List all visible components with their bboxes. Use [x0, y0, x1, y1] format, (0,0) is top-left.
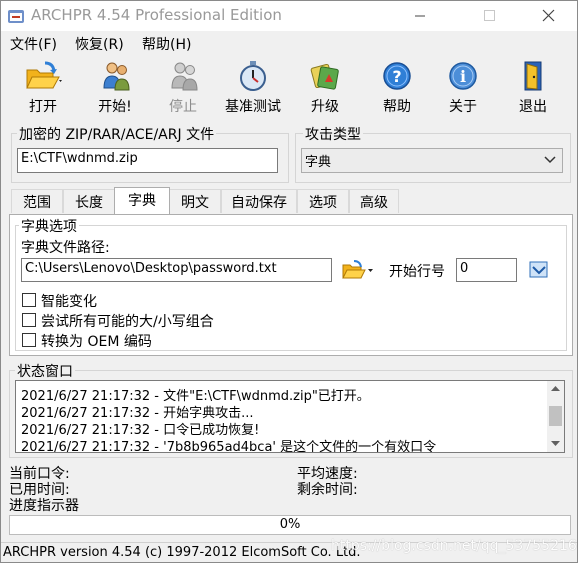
about-button[interactable]: i 关于	[431, 58, 495, 116]
chevron-down-icon	[544, 156, 556, 164]
open-label: 打开	[29, 99, 57, 115]
start-line-label: 开始行号	[389, 264, 445, 280]
exit-button[interactable]: 退出	[501, 58, 565, 116]
minimize-button[interactable]	[397, 1, 443, 31]
stopwatch-icon	[240, 61, 266, 91]
app-logo-icon	[8, 10, 24, 23]
line-selector-icon	[529, 261, 548, 278]
dictionary-path-input[interactable]: C:\Users\Lenovo\Desktop\password.txt	[21, 258, 332, 282]
start-label: 开始!	[98, 99, 132, 115]
tab-plaintext[interactable]: 明文	[169, 189, 221, 213]
tab-length[interactable]: 长度	[63, 189, 115, 213]
close-icon	[542, 9, 555, 22]
tab-range[interactable]: 范围	[11, 189, 63, 213]
browse-dictionary-button[interactable]	[341, 259, 377, 281]
upgrade-cards-icon	[310, 63, 339, 90]
app-window: ARCHPR 4.54 Professional Edition 文件(F) 恢…	[0, 0, 578, 563]
statusbar-text: ARCHPR version 4.54 (c) 1997-2012 ElcomS…	[3, 545, 361, 560]
people-stop-icon	[171, 62, 198, 91]
encrypted-file-label: 加密的 ZIP/RAR/ACE/ARJ 文件	[17, 124, 217, 144]
encrypted-file-input[interactable]: E:\CTF\wdnmd.zip	[17, 148, 278, 173]
encrypted-file-value: E:\CTF\wdnmd.zip	[21, 151, 138, 166]
open-folder-icon	[26, 61, 62, 89]
about-label: 关于	[449, 99, 477, 115]
open-folder-icon	[342, 260, 373, 279]
log-line: 2021/6/27 21:17:32 - '7b8b965ad4bca' 是这个…	[21, 440, 437, 453]
help-label: 帮助	[383, 99, 411, 115]
log-scrollbar[interactable]	[547, 381, 564, 452]
toolbar: 打开 开始! 停止 基准测试 升级 ? 帮助 i 关于 退出	[1, 56, 577, 118]
maximize-icon	[484, 10, 495, 21]
open-button[interactable]: 打开	[11, 58, 75, 116]
tab-autosave[interactable]: 自动保存	[221, 189, 297, 213]
menu-help[interactable]: 帮助(H)	[142, 34, 191, 54]
dictionary-options-label: 字典选项	[19, 216, 79, 236]
try-all-case-label: 尝试所有可能的大/小写组合	[41, 314, 214, 330]
menu-recover[interactable]: 恢复(R)	[75, 34, 124, 54]
benchmark-button[interactable]: 基准测试	[217, 58, 289, 116]
tab-advanced[interactable]: 高级	[349, 189, 399, 213]
start-line-value: 0	[460, 261, 469, 276]
attack-type-value: 字典	[305, 155, 332, 170]
try-all-case-checkbox[interactable]	[22, 313, 36, 327]
convert-oem-label: 转换为 OEM 编码	[41, 334, 152, 350]
minimize-icon	[415, 15, 425, 17]
close-button[interactable]	[526, 1, 572, 31]
maximize-button[interactable]	[467, 1, 513, 31]
attack-type-label: 攻击类型	[303, 124, 363, 144]
status-window-label: 状态窗口	[15, 361, 75, 381]
help-button[interactable]: ? 帮助	[365, 58, 429, 116]
stop-label: 停止	[169, 99, 197, 115]
smart-mutations-checkbox[interactable]	[22, 293, 36, 307]
progress-bar: 0%	[9, 515, 571, 535]
remaining-time-label: 剩余时间:	[297, 482, 358, 498]
attack-type-select[interactable]: 字典	[301, 148, 563, 173]
tab-options[interactable]: 选项	[297, 189, 349, 213]
upgrade-label: 升级	[311, 99, 339, 115]
stop-button: 停止	[151, 58, 215, 116]
progress-indicator-label: 进度指示器	[9, 498, 79, 514]
progress-text: 0%	[279, 517, 301, 532]
benchmark-label: 基准测试	[225, 99, 281, 115]
start-line-picker-button[interactable]	[527, 259, 551, 281]
menu-bar: 文件(F) 恢复(R) 帮助(H)	[1, 31, 577, 53]
exit-door-icon	[524, 61, 542, 91]
dictionary-path-label: 字典文件路径:	[21, 240, 110, 256]
menu-file[interactable]: 文件(F)	[10, 34, 57, 54]
tab-dictionary[interactable]: 字典	[114, 187, 170, 215]
dictionary-path-value: C:\Users\Lenovo\Desktop\password.txt	[25, 261, 277, 276]
start-line-input[interactable]: 0	[456, 258, 517, 282]
upgrade-button[interactable]: 升级	[293, 58, 357, 116]
status-log[interactable]: 2021/6/27 21:17:32 - 文件"E:\CTF\wdnmd.zip…	[15, 380, 565, 453]
info-icon: i	[449, 62, 477, 90]
watermark: https://blog.csdn.net/qq_53755216	[331, 538, 577, 554]
title-bar[interactable]: ARCHPR 4.54 Professional Edition	[1, 1, 577, 31]
help-question-icon: ?	[383, 62, 411, 90]
convert-oem-checkbox[interactable]	[22, 333, 36, 347]
smart-mutations-label: 智能变化	[41, 294, 97, 310]
scrollbar-arrows-icon	[549, 386, 562, 446]
svg-text:?: ?	[392, 67, 401, 86]
exit-label: 退出	[519, 99, 547, 115]
people-start-icon	[103, 62, 130, 91]
window-title: ARCHPR 4.54 Professional Edition	[31, 6, 282, 24]
start-button[interactable]: 开始!	[83, 58, 147, 116]
svg-text:i: i	[460, 67, 466, 86]
